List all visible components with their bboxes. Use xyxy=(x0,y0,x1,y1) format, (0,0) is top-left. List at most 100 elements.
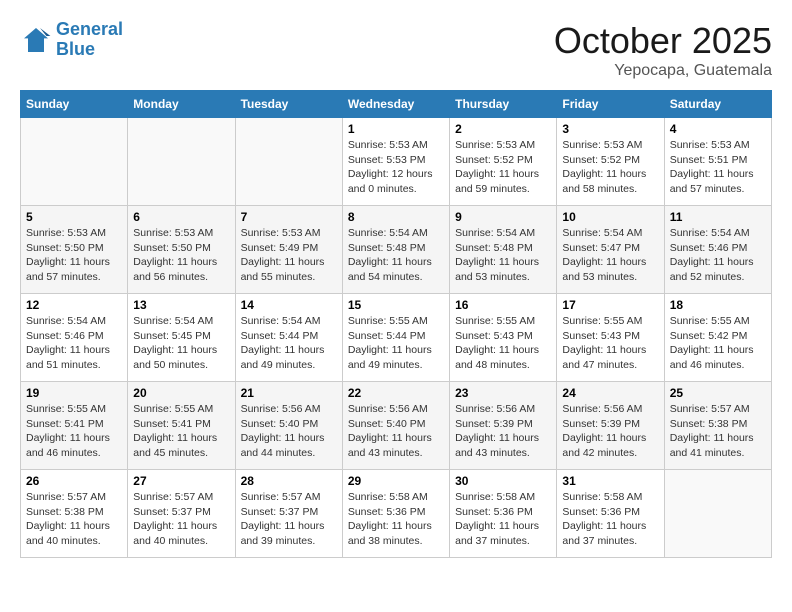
calendar-cell: 10 Sunrise: 5:54 AM Sunset: 5:47 PM Dayli… xyxy=(557,206,664,294)
weekday-header: Sunday xyxy=(21,91,128,118)
day-number: 5 xyxy=(26,210,122,224)
calendar-cell: 14Sunrise: 5:54 AM Sunset: 5:44 PM Dayli… xyxy=(235,294,342,382)
calendar-week-row: 5 Sunrise: 5:53 AM Sunset: 5:50 PM Daylig… xyxy=(21,206,772,294)
day-number: 21 xyxy=(241,386,337,400)
day-number: 14 xyxy=(241,298,337,312)
day-number: 2 xyxy=(455,122,551,136)
day-number: 11 xyxy=(670,210,766,224)
page-header: General Blue October 2025 Yepocapa, Guat… xyxy=(20,20,772,80)
day-info: Sunrise: 5:55 AM Sunset: 5:41 PM Dayligh… xyxy=(133,402,229,461)
day-info: Sunrise: 5:58 AM Sunset: 5:36 PM Dayligh… xyxy=(455,490,551,549)
day-info: Sunrise: 5:57 AM Sunset: 5:37 PM Dayligh… xyxy=(133,490,229,549)
day-info: Sunrise: 5:54 AM Sunset: 5:45 PM Dayligh… xyxy=(133,314,229,373)
day-number: 4 xyxy=(670,122,766,136)
day-number: 22 xyxy=(348,386,444,400)
day-info: Sunrise: 5:53 AM Sunset: 5:50 PM Dayligh… xyxy=(133,226,229,285)
calendar-week-row: 1 Sunrise: 5:53 AM Sunset: 5:53 PM Daylig… xyxy=(21,118,772,206)
day-number: 27 xyxy=(133,474,229,488)
calendar-cell: 26 Sunrise: 5:57 AM Sunset: 5:38 PM Dayli… xyxy=(21,470,128,558)
weekday-header: Thursday xyxy=(450,91,557,118)
weekday-header: Saturday xyxy=(664,91,771,118)
logo: General Blue xyxy=(20,20,123,60)
day-number: 15 xyxy=(348,298,444,312)
calendar-cell: 9Sunrise: 5:54 AM Sunset: 5:48 PM Daylig… xyxy=(450,206,557,294)
day-number: 28 xyxy=(241,474,337,488)
day-info: Sunrise: 5:54 AM Sunset: 5:48 PM Dayligh… xyxy=(348,226,444,285)
calendar-cell: 25Sunrise: 5:57 AM Sunset: 5:38 PM Dayli… xyxy=(664,382,771,470)
calendar-table: SundayMondayTuesdayWednesdayThursdayFrid… xyxy=(20,90,772,558)
day-number: 19 xyxy=(26,386,122,400)
day-info: Sunrise: 5:55 AM Sunset: 5:43 PM Dayligh… xyxy=(562,314,658,373)
calendar-cell: 28 Sunrise: 5:57 AM Sunset: 5:37 PM Dayli… xyxy=(235,470,342,558)
calendar-cell: 2 Sunrise: 5:53 AM Sunset: 5:52 PM Daylig… xyxy=(450,118,557,206)
calendar-cell: 16 Sunrise: 5:55 AM Sunset: 5:43 PM Dayli… xyxy=(450,294,557,382)
day-info: Sunrise: 5:55 AM Sunset: 5:44 PM Dayligh… xyxy=(348,314,444,373)
calendar-cell: 5Sunrise: 5:53 AM Sunset: 5:50 PM Daylig… xyxy=(21,206,128,294)
weekday-header: Monday xyxy=(128,91,235,118)
calendar-cell: 1 Sunrise: 5:53 AM Sunset: 5:53 PM Daylig… xyxy=(342,118,449,206)
day-info: Sunrise: 5:53 AM Sunset: 5:52 PM Dayligh… xyxy=(562,138,658,197)
day-info: Sunrise: 5:56 AM Sunset: 5:39 PM Dayligh… xyxy=(562,402,658,461)
day-number: 18 xyxy=(670,298,766,312)
calendar-cell xyxy=(235,118,342,206)
calendar-cell: 3 Sunrise: 5:53 AM Sunset: 5:52 PM Daylig… xyxy=(557,118,664,206)
calendar-cell: 31 Sunrise: 5:58 AM Sunset: 5:36 PM Dayli… xyxy=(557,470,664,558)
day-number: 31 xyxy=(562,474,658,488)
day-number: 12 xyxy=(26,298,122,312)
day-info: Sunrise: 5:54 AM Sunset: 5:46 PM Dayligh… xyxy=(26,314,122,373)
logo-icon xyxy=(20,24,52,56)
day-number: 10 xyxy=(562,210,658,224)
day-info: Sunrise: 5:53 AM Sunset: 5:52 PM Dayligh… xyxy=(455,138,551,197)
calendar-cell: 21 Sunrise: 5:56 AM Sunset: 5:40 PM Dayli… xyxy=(235,382,342,470)
calendar-cell: 13 Sunrise: 5:54 AM Sunset: 5:45 PM Dayli… xyxy=(128,294,235,382)
location: Yepocapa, Guatemala xyxy=(554,62,772,80)
day-number: 16 xyxy=(455,298,551,312)
day-number: 6 xyxy=(133,210,229,224)
calendar-cell xyxy=(21,118,128,206)
day-info: Sunrise: 5:56 AM Sunset: 5:40 PM Dayligh… xyxy=(241,402,337,461)
calendar-cell: 30 Sunrise: 5:58 AM Sunset: 5:36 PM Dayli… xyxy=(450,470,557,558)
calendar-cell: 29Sunrise: 5:58 AM Sunset: 5:36 PM Dayli… xyxy=(342,470,449,558)
day-number: 26 xyxy=(26,474,122,488)
day-number: 23 xyxy=(455,386,551,400)
day-number: 13 xyxy=(133,298,229,312)
calendar-cell xyxy=(128,118,235,206)
weekday-header: Friday xyxy=(557,91,664,118)
day-info: Sunrise: 5:53 AM Sunset: 5:49 PM Dayligh… xyxy=(241,226,337,285)
calendar-cell: 7 Sunrise: 5:53 AM Sunset: 5:49 PM Daylig… xyxy=(235,206,342,294)
calendar-cell: 19 Sunrise: 5:55 AM Sunset: 5:41 PM Dayli… xyxy=(21,382,128,470)
day-number: 24 xyxy=(562,386,658,400)
calendar-cell: 15 Sunrise: 5:55 AM Sunset: 5:44 PM Dayli… xyxy=(342,294,449,382)
day-number: 17 xyxy=(562,298,658,312)
weekday-header: Wednesday xyxy=(342,91,449,118)
calendar-week-row: 26 Sunrise: 5:57 AM Sunset: 5:38 PM Dayli… xyxy=(21,470,772,558)
day-number: 7 xyxy=(241,210,337,224)
day-info: Sunrise: 5:56 AM Sunset: 5:40 PM Dayligh… xyxy=(348,402,444,461)
day-number: 29 xyxy=(348,474,444,488)
calendar-cell: 17 Sunrise: 5:55 AM Sunset: 5:43 PM Dayli… xyxy=(557,294,664,382)
logo-text: General Blue xyxy=(56,20,123,60)
day-info: Sunrise: 5:56 AM Sunset: 5:39 PM Dayligh… xyxy=(455,402,551,461)
calendar-cell: 8Sunrise: 5:54 AM Sunset: 5:48 PM Daylig… xyxy=(342,206,449,294)
day-number: 20 xyxy=(133,386,229,400)
day-info: Sunrise: 5:53 AM Sunset: 5:53 PM Dayligh… xyxy=(348,138,444,197)
calendar-cell: 27 Sunrise: 5:57 AM Sunset: 5:37 PM Dayli… xyxy=(128,470,235,558)
month-title: October 2025 xyxy=(554,20,772,62)
calendar-cell: 18Sunrise: 5:55 AM Sunset: 5:42 PM Dayli… xyxy=(664,294,771,382)
day-info: Sunrise: 5:57 AM Sunset: 5:38 PM Dayligh… xyxy=(670,402,766,461)
day-number: 3 xyxy=(562,122,658,136)
day-number: 30 xyxy=(455,474,551,488)
calendar-cell: 11Sunrise: 5:54 AM Sunset: 5:46 PM Dayli… xyxy=(664,206,771,294)
day-number: 1 xyxy=(348,122,444,136)
calendar-cell: 22 Sunrise: 5:56 AM Sunset: 5:40 PM Dayli… xyxy=(342,382,449,470)
day-info: Sunrise: 5:55 AM Sunset: 5:41 PM Dayligh… xyxy=(26,402,122,461)
calendar-cell: 6 Sunrise: 5:53 AM Sunset: 5:50 PM Daylig… xyxy=(128,206,235,294)
day-info: Sunrise: 5:57 AM Sunset: 5:37 PM Dayligh… xyxy=(241,490,337,549)
day-info: Sunrise: 5:55 AM Sunset: 5:43 PM Dayligh… xyxy=(455,314,551,373)
day-info: Sunrise: 5:53 AM Sunset: 5:51 PM Dayligh… xyxy=(670,138,766,197)
calendar-cell: 12 Sunrise: 5:54 AM Sunset: 5:46 PM Dayli… xyxy=(21,294,128,382)
calendar-cell: 24 Sunrise: 5:56 AM Sunset: 5:39 PM Dayli… xyxy=(557,382,664,470)
day-info: Sunrise: 5:54 AM Sunset: 5:47 PM Dayligh… xyxy=(562,226,658,285)
day-info: Sunrise: 5:58 AM Sunset: 5:36 PM Dayligh… xyxy=(562,490,658,549)
day-info: Sunrise: 5:57 AM Sunset: 5:38 PM Dayligh… xyxy=(26,490,122,549)
